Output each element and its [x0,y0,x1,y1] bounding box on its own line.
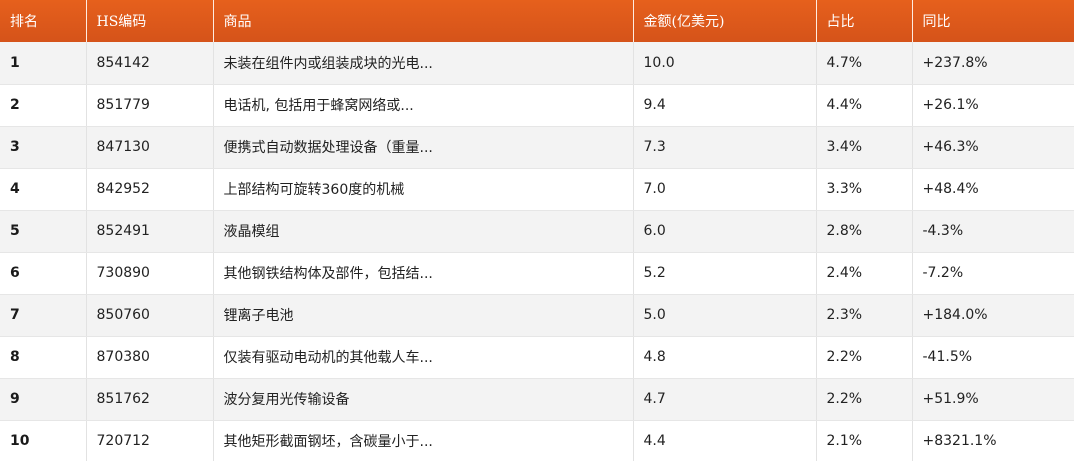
cell-yoy: +48.4% [912,168,1074,211]
cell-hs-code: 730890 [86,252,214,295]
cell-share: 2.1% [816,420,913,461]
cell-hs-code: 851779 [86,84,214,127]
cell-commodity: 便携式自动数据处理设备（重量... [213,126,634,169]
commodity-ranking-table: 排名 HS编码 商品 金额(亿美元) 占比 同比 1 854142 未装在组件内… [0,0,1074,461]
header-share[interactable]: 占比 [816,0,913,42]
cell-commodity: 其他矩形截面钢坯，含碳量小于... [213,420,634,461]
table-row: 4 842952 上部结构可旋转360度的机械 7.0 3.3% +48.4% [0,168,1074,211]
cell-share: 4.7% [816,42,913,85]
cell-rank: 7 [0,294,87,337]
cell-yoy: +184.0% [912,294,1074,337]
header-rank[interactable]: 排名 [0,0,87,42]
table-header: 排名 HS编码 商品 金额(亿美元) 占比 同比 [0,0,1074,42]
table-row: 1 854142 未装在组件内或组装成块的光电... 10.0 4.7% +23… [0,42,1074,85]
cell-share: 3.4% [816,126,913,169]
cell-amount: 10.0 [633,42,817,85]
cell-hs-code: 851762 [86,378,214,421]
cell-hs-code: 850760 [86,294,214,337]
header-amount[interactable]: 金额(亿美元) [633,0,817,42]
cell-rank: 3 [0,126,87,169]
cell-rank: 2 [0,84,87,127]
cell-share: 2.2% [816,378,913,421]
cell-share: 2.2% [816,336,913,379]
cell-amount: 9.4 [633,84,817,127]
cell-share: 3.3% [816,168,913,211]
header-row: 排名 HS编码 商品 金额(亿美元) 占比 同比 [0,0,1074,42]
cell-hs-code: 854142 [86,42,214,85]
cell-amount: 5.0 [633,294,817,337]
cell-share: 2.3% [816,294,913,337]
cell-yoy: -41.5% [912,336,1074,379]
cell-yoy: +26.1% [912,84,1074,127]
cell-commodity: 上部结构可旋转360度的机械 [213,168,634,211]
cell-amount: 7.3 [633,126,817,169]
cell-rank: 1 [0,42,87,85]
cell-commodity: 波分复用光传输设备 [213,378,634,421]
cell-hs-code: 852491 [86,210,214,253]
cell-yoy: +51.9% [912,378,1074,421]
table-row: 7 850760 锂离子电池 5.0 2.3% +184.0% [0,294,1074,337]
header-yoy[interactable]: 同比 [912,0,1074,42]
table-row: 8 870380 仅装有驱动电动机的其他载人车... 4.8 2.2% -41.… [0,336,1074,379]
table-row: 5 852491 液晶模组 6.0 2.8% -4.3% [0,210,1074,253]
cell-yoy: -7.2% [912,252,1074,295]
cell-commodity: 其他钢铁结构体及部件，包括结... [213,252,634,295]
cell-commodity: 锂离子电池 [213,294,634,337]
cell-yoy: +237.8% [912,42,1074,85]
cell-rank: 5 [0,210,87,253]
cell-share: 2.4% [816,252,913,295]
table-row: 2 851779 电话机, 包括用于蜂窝网络或... 9.4 4.4% +26.… [0,84,1074,127]
header-hs-code[interactable]: HS编码 [86,0,214,42]
cell-amount: 5.2 [633,252,817,295]
cell-rank: 9 [0,378,87,421]
cell-yoy: +46.3% [912,126,1074,169]
cell-amount: 4.8 [633,336,817,379]
table-row: 10 720712 其他矩形截面钢坯，含碳量小于... 4.4 2.1% +83… [0,420,1074,461]
cell-hs-code: 870380 [86,336,214,379]
cell-commodity: 未装在组件内或组装成块的光电... [213,42,634,85]
cell-commodity: 液晶模组 [213,210,634,253]
cell-amount: 6.0 [633,210,817,253]
cell-commodity: 电话机, 包括用于蜂窝网络或... [213,84,634,127]
cell-share: 4.4% [816,84,913,127]
commodity-ranking-table-container: 排名 HS编码 商品 金额(亿美元) 占比 同比 1 854142 未装在组件内… [0,0,1074,461]
cell-amount: 7.0 [633,168,817,211]
cell-hs-code: 720712 [86,420,214,461]
table-row: 3 847130 便携式自动数据处理设备（重量... 7.3 3.4% +46.… [0,126,1074,169]
cell-amount: 4.7 [633,378,817,421]
cell-hs-code: 847130 [86,126,214,169]
table-row: 6 730890 其他钢铁结构体及部件，包括结... 5.2 2.4% -7.2… [0,252,1074,295]
cell-rank: 6 [0,252,87,295]
cell-rank: 8 [0,336,87,379]
cell-hs-code: 842952 [86,168,214,211]
cell-yoy: -4.3% [912,210,1074,253]
cell-commodity: 仅装有驱动电动机的其他载人车... [213,336,634,379]
cell-share: 2.8% [816,210,913,253]
cell-yoy: +8321.1% [912,420,1074,461]
cell-rank: 4 [0,168,87,211]
table-body: 1 854142 未装在组件内或组装成块的光电... 10.0 4.7% +23… [0,42,1074,461]
table-row: 9 851762 波分复用光传输设备 4.7 2.2% +51.9% [0,378,1074,421]
header-commodity[interactable]: 商品 [213,0,634,42]
cell-rank: 10 [0,420,87,461]
cell-amount: 4.4 [633,420,817,461]
